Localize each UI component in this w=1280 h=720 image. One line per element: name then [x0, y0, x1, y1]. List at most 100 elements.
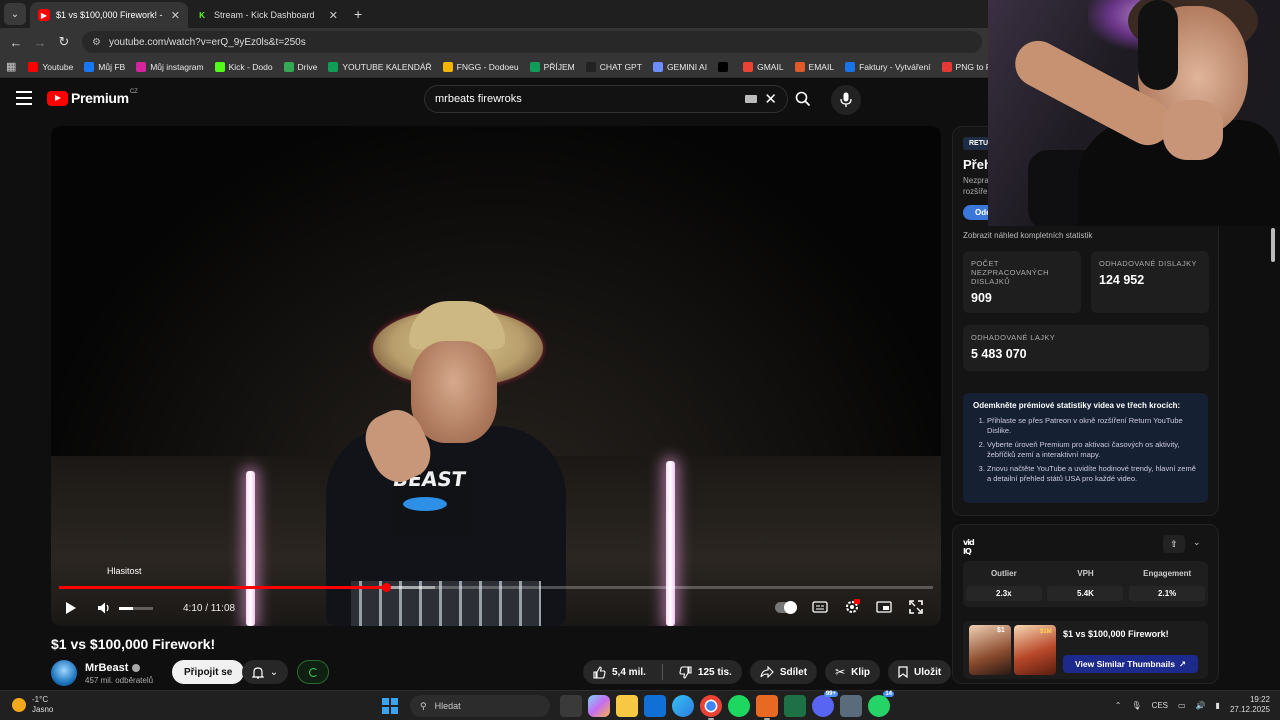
- bookmark-favicon-icon: [84, 61, 95, 72]
- metric-vph: VPH 5.4K: [1047, 569, 1124, 607]
- save-label: Uložit: [914, 666, 942, 678]
- url-bar[interactable]: ⚙ youtube.com/watch?v=erQ_9yEz0ls&t=250s: [82, 31, 982, 53]
- taskbar-search[interactable]: ⚲ Hledat: [410, 695, 550, 717]
- volume-control[interactable]: [97, 598, 167, 618]
- search-button[interactable]: [784, 85, 822, 113]
- thumbs-down-icon: [679, 665, 692, 679]
- weather-widget[interactable]: -1°C Jasno: [12, 695, 53, 715]
- scrubber-handle[interactable]: [381, 583, 391, 592]
- channel-avatar[interactable]: [51, 660, 77, 686]
- keyboard-icon[interactable]: [745, 95, 757, 103]
- reload-button[interactable]: ↻: [52, 34, 76, 50]
- chrome-icon[interactable]: [700, 695, 722, 720]
- copilot-icon[interactable]: [588, 695, 610, 717]
- settings-button[interactable]: [843, 598, 861, 616]
- clear-search-icon[interactable]: ✕: [764, 90, 777, 108]
- clock-date: 27.12.2025: [1229, 705, 1270, 714]
- tab-youtube[interactable]: ▶ $1 vs $100,000 Firework! - YouTube ✕: [30, 2, 188, 28]
- task-view-icon[interactable]: [560, 695, 582, 717]
- logo-text: Premium: [71, 90, 129, 106]
- vidiq-logo: vid IQ: [963, 537, 983, 558]
- youtube-favicon-icon: ▶: [38, 9, 50, 21]
- calculator-icon[interactable]: [840, 695, 862, 717]
- speaker-icon[interactable]: 🔊: [1196, 701, 1206, 710]
- bookmark-item[interactable]: CHAT GPT: [585, 61, 642, 72]
- obs-icon[interactable]: [756, 695, 778, 720]
- file-explorer-icon[interactable]: [616, 695, 638, 717]
- save-button[interactable]: Uložit: [888, 660, 952, 684]
- bookmark-item[interactable]: FNGG - Dodoeu: [442, 61, 519, 72]
- stat-estimated-dislikes: ODHADOVANÉ DISLAJKY 124 952: [1091, 251, 1209, 313]
- discord-icon[interactable]: 99+: [812, 691, 838, 717]
- edge-icon[interactable]: [672, 695, 694, 717]
- bookmark-item[interactable]: Drive: [283, 61, 317, 72]
- microphone-tray-icon[interactable]: 🎙: [1131, 701, 1141, 710]
- bookmark-item[interactable]: Kick - Dodo: [214, 61, 273, 72]
- bookmark-item[interactable]: Youtube: [28, 61, 73, 72]
- bookmark-favicon-icon: [328, 61, 339, 72]
- bookmark-item[interactable]: Faktury - Vytváření: [845, 61, 931, 72]
- bookmark-item[interactable]: Můj instagram: [136, 61, 204, 72]
- menu-icon[interactable]: [16, 91, 32, 105]
- network-icon[interactable]: ▭: [1178, 701, 1186, 710]
- vidiq-export-button[interactable]: ⇧: [1163, 535, 1185, 553]
- start-button[interactable]: [382, 698, 398, 714]
- fullscreen-button[interactable]: [907, 598, 925, 616]
- miniplayer-button[interactable]: [875, 598, 893, 616]
- autoplay-toggle[interactable]: [775, 600, 797, 614]
- youtube-premium-logo[interactable]: Premium CZ: [47, 89, 138, 106]
- close-tab-icon[interactable]: ✕: [171, 9, 180, 22]
- weather-temp: -1°C: [32, 695, 49, 704]
- video-player[interactable]: BEAST Hlasitost 4:10 / 11:08: [51, 126, 941, 626]
- bookmark-item[interactable]: PŘÍJEM: [529, 61, 575, 72]
- discord-badge: 99+: [823, 691, 838, 697]
- bookmark-favicon-icon: [585, 61, 596, 72]
- volume-icon[interactable]: [97, 601, 111, 615]
- language-indicator[interactable]: CES: [1152, 701, 1168, 710]
- outlook-icon[interactable]: [644, 695, 666, 717]
- battery-icon[interactable]: ▮: [1216, 701, 1220, 710]
- bookmark-favicon-icon: [442, 61, 453, 72]
- channel-name[interactable]: MrBeast: [85, 662, 128, 674]
- spotify-icon[interactable]: [728, 695, 750, 717]
- bookmark-label: GMAIL: [757, 61, 784, 72]
- bookmark-label: Můj instagram: [150, 61, 204, 72]
- volume-slider[interactable]: [119, 606, 153, 610]
- back-button[interactable]: ←: [4, 35, 28, 50]
- site-info-icon[interactable]: ⚙: [92, 37, 101, 48]
- voice-search-button[interactable]: [831, 85, 861, 115]
- bookmark-item[interactable]: Můj FB: [84, 61, 125, 72]
- whatsapp-icon[interactable]: 14: [868, 691, 894, 717]
- bookmark-item[interactable]: EMAIL: [794, 61, 834, 72]
- excel-icon[interactable]: [784, 695, 806, 717]
- chevron-up-icon[interactable]: ⌃: [1115, 701, 1122, 710]
- apps-grid-icon[interactable]: ▦: [6, 60, 16, 73]
- close-tab-icon[interactable]: ✕: [329, 9, 338, 22]
- vidiq-collapse-chevron-icon[interactable]: ⌄: [1193, 537, 1201, 548]
- page-scrollbar[interactable]: [1271, 228, 1275, 262]
- dislike-button[interactable]: 125 tis.: [669, 660, 742, 684]
- firework-stick-left: [246, 471, 255, 626]
- new-tab-button[interactable]: +: [354, 6, 362, 22]
- bookmark-item[interactable]: YOUTUBE KALENDÁŘ: [328, 61, 432, 72]
- subscriber-count: 457 mil. odběratelů: [85, 675, 154, 685]
- subtitles-button[interactable]: [811, 598, 829, 616]
- share-button[interactable]: Sdílet: [749, 660, 818, 684]
- tab-search-button[interactable]: ⌄: [4, 3, 26, 25]
- like-button[interactable]: 5,4 mil.: [583, 660, 656, 684]
- bookmark-item[interactable]: GMAIL: [743, 61, 784, 72]
- bookmark-item[interactable]: [718, 61, 732, 72]
- tab-kick[interactable]: K Stream - Kick Dashboard ✕: [188, 2, 346, 28]
- notifications-button[interactable]: ⌄: [242, 660, 288, 684]
- clock[interactable]: 19:22 27.12.2025: [1230, 695, 1270, 715]
- view-similar-thumbnails-button[interactable]: View Similar Thumbnails ↗: [1063, 655, 1199, 673]
- stat-unprocessed-dislikes: POČET NEZPRACOVANÝCH DISLAJKŮ 909: [963, 251, 1081, 313]
- full-stats-link[interactable]: Zobrazit náhled kompletních statistik: [963, 231, 1092, 240]
- progress-bar[interactable]: [59, 583, 933, 592]
- clip-button[interactable]: ✂ Klip: [825, 660, 881, 684]
- search-input[interactable]: mrbeats firewroks ✕: [424, 85, 788, 113]
- play-button[interactable]: [65, 598, 81, 618]
- bookmark-item[interactable]: GEMINI AI: [652, 61, 707, 72]
- forward-button[interactable]: →: [28, 35, 52, 50]
- join-button[interactable]: Připojit se: [172, 660, 245, 684]
